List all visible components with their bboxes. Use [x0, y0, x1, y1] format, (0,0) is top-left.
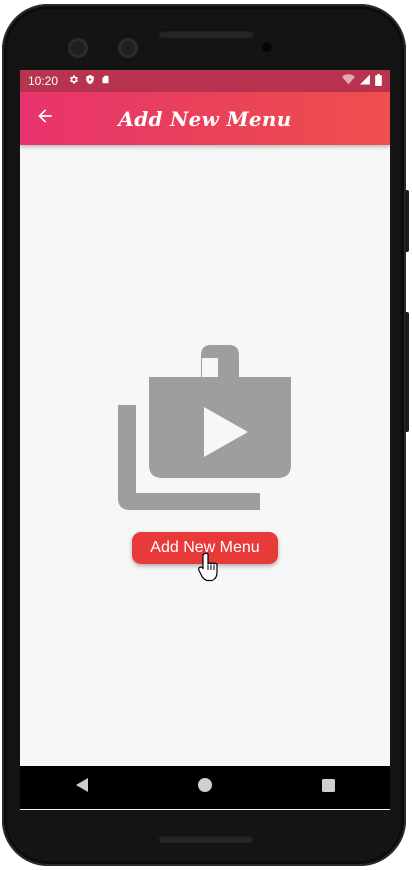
- sd-card-icon: [101, 74, 110, 88]
- signal-icon: [360, 74, 370, 88]
- top-speaker: [158, 30, 254, 38]
- back-button[interactable]: [30, 103, 60, 133]
- front-camera: [68, 38, 88, 58]
- page-title: Add New Menu: [118, 106, 292, 131]
- hand-pointer-icon: [198, 552, 222, 587]
- power-button: [405, 190, 409, 252]
- proximity-sensor: [262, 42, 272, 52]
- nav-back-button[interactable]: [62, 768, 102, 808]
- nav-home-button[interactable]: [185, 768, 225, 808]
- status-time: 10:20: [28, 74, 59, 88]
- status-icons-right: [342, 73, 382, 89]
- circle-home-icon: [197, 778, 212, 797]
- triangle-back-icon: [75, 778, 89, 797]
- shield-icon: [85, 74, 95, 88]
- screen: 10:20 Add New Menu Add New Menu: [20, 70, 390, 810]
- wifi-icon: [342, 74, 355, 88]
- square-recents-icon: [321, 778, 335, 797]
- bottom-speaker: [158, 835, 254, 843]
- navigation-bar: [20, 766, 390, 809]
- video-library-icon: [118, 345, 294, 516]
- app-bar: Add New Menu: [20, 92, 390, 145]
- volume-button: [405, 312, 409, 432]
- status-icons-left: [68, 74, 110, 88]
- status-bar: 10:20: [20, 70, 390, 92]
- gear-icon: [68, 74, 79, 88]
- nav-recents-button[interactable]: [308, 768, 348, 808]
- arrow-left-icon: [35, 106, 55, 131]
- front-camera-secondary: [118, 38, 138, 58]
- battery-icon: [375, 73, 382, 89]
